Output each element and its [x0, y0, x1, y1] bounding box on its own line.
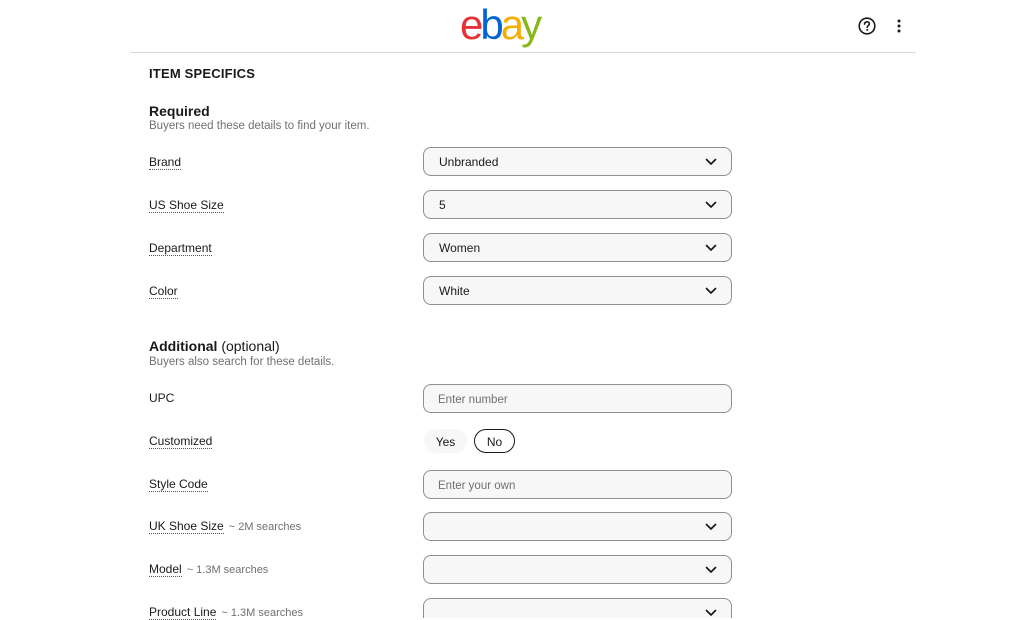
chevron-down-icon: [705, 201, 717, 208]
chevron-down-icon: [705, 609, 717, 616]
us-shoe-size-label: US Shoe Size: [149, 198, 224, 213]
logo-letter-e: e: [460, 1, 483, 48]
logo-letter-a: a: [500, 1, 524, 48]
us-shoe-size-label-text[interactable]: US Shoe Size: [149, 198, 224, 213]
required-title: Required: [149, 103, 210, 119]
help-circle-icon[interactable]: [858, 17, 876, 35]
chevron-down-icon: [705, 523, 717, 530]
style-code-input[interactable]: [436, 476, 720, 496]
upc-input[interactable]: [436, 390, 720, 410]
department-label-text[interactable]: Department: [149, 241, 212, 256]
chevron-down-icon: [705, 244, 717, 251]
customized-yes-button[interactable]: Yes: [424, 429, 467, 453]
style-code-label: Style Code: [149, 477, 208, 492]
section-title: ITEM SPECIFICS: [149, 66, 256, 81]
uk-shoe-size-select[interactable]: [423, 512, 732, 541]
customized-no-button[interactable]: No: [474, 429, 515, 453]
upc-label: UPC: [149, 391, 174, 405]
model-label: Model ~ 1.3M searches: [149, 562, 269, 577]
ebay-logo[interactable]: ebay: [460, 1, 542, 48]
brand-value: Unbranded: [439, 155, 499, 169]
color-value: White: [439, 284, 470, 298]
additional-subtitle: Buyers also search for these details.: [149, 356, 335, 368]
us-shoe-size-select[interactable]: 5: [423, 190, 732, 219]
model-select[interactable]: [423, 555, 732, 584]
brand-label-text[interactable]: Brand: [149, 155, 182, 170]
department-value: Women: [439, 241, 481, 255]
additional-optional-text: (optional): [217, 338, 280, 354]
logo-letter-y: y: [521, 1, 542, 48]
logo-letter-b: b: [480, 1, 503, 48]
uk-shoe-size-label-text[interactable]: UK Shoe Size: [149, 519, 224, 534]
product-line-label: Product Line ~ 1.3M searches: [149, 605, 304, 620]
chevron-down-icon: [705, 158, 717, 165]
upc-label-text: UPC: [149, 391, 175, 405]
department-label: Department: [149, 241, 212, 256]
uk-shoe-size-hint: ~ 2M searches: [228, 521, 302, 533]
upc-field[interactable]: [423, 384, 732, 413]
style-code-field[interactable]: [423, 470, 732, 499]
uk-shoe-size-label: UK Shoe Size ~ 2M searches: [149, 519, 302, 534]
department-select[interactable]: Women: [423, 233, 732, 262]
customized-label: Customized: [149, 434, 213, 449]
brand-select[interactable]: Unbranded: [423, 147, 732, 176]
model-label-text[interactable]: Model: [149, 562, 182, 577]
color-select[interactable]: White: [423, 276, 732, 305]
additional-title-text: Additional: [149, 338, 218, 354]
brand-label: Brand: [149, 155, 182, 170]
product-line-select[interactable]: [423, 598, 732, 618]
chevron-down-icon: [705, 287, 717, 294]
color-label: Color: [149, 284, 178, 299]
color-label-text[interactable]: Color: [149, 284, 178, 299]
required-subtitle: Buyers need these details to find your i…: [149, 120, 370, 132]
us-shoe-size-value: 5: [439, 198, 446, 212]
chevron-down-icon: [705, 566, 717, 573]
model-hint: ~ 1.3M searches: [186, 564, 269, 576]
more-vertical-icon[interactable]: [894, 17, 904, 35]
product-line-hint: ~ 1.3M searches: [221, 607, 304, 619]
customized-label-text[interactable]: Customized: [149, 434, 213, 449]
style-code-label-text[interactable]: Style Code: [149, 477, 208, 492]
header: ebay: [130, 0, 916, 53]
additional-title: Additional (optional): [149, 338, 280, 354]
